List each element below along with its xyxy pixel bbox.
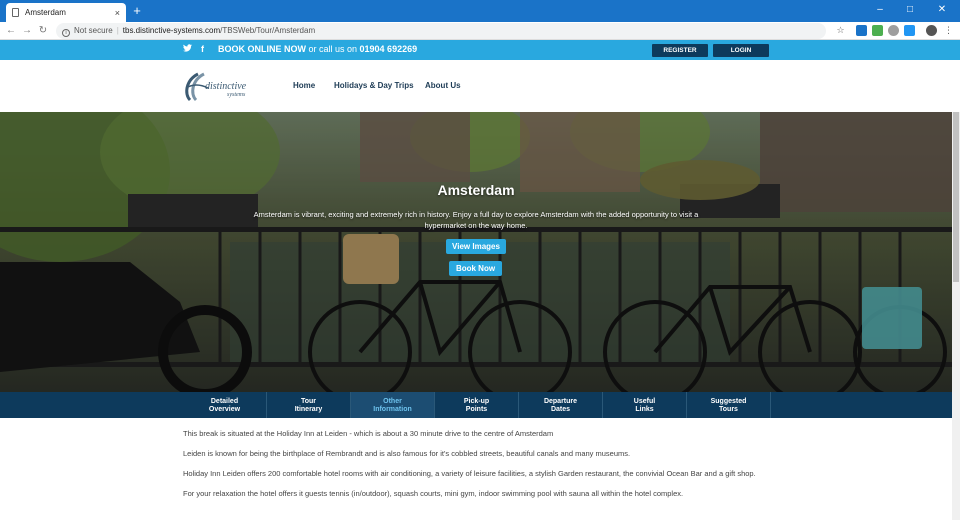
tab-useful-links[interactable]: Useful Links — [603, 392, 687, 418]
nav-about[interactable]: About Us — [425, 81, 461, 90]
new-tab-button[interactable]: + — [130, 4, 144, 18]
browser-titlebar: Amsterdam × + – □ ✕ — [0, 0, 960, 22]
tab-pickup-points[interactable]: Pick-up Points — [435, 392, 519, 418]
tab-other-information[interactable]: Other Information — [351, 392, 435, 418]
star-icon[interactable]: ☆ — [835, 25, 846, 36]
document-icon — [12, 8, 19, 17]
logo-subtext: systems — [227, 92, 246, 98]
extension-icon[interactable] — [904, 25, 915, 36]
avatar[interactable] — [926, 25, 937, 36]
logo-text: distinctive — [205, 81, 247, 92]
url-input[interactable]: i Not secure | tbs.distinctive-systems.com/… — [56, 23, 826, 39]
tab-title: Amsterdam — [25, 8, 66, 17]
content-paragraph: Leiden is known for being the birthplace… — [183, 449, 631, 458]
page-scrollbar[interactable] — [952, 112, 960, 520]
site-topbar: f BOOK ONLINE NOW or call us on 01904 69… — [0, 40, 960, 60]
extension-icon[interactable] — [888, 25, 899, 36]
phone-number[interactable]: 01904 692269 — [360, 44, 418, 54]
tab-close-icon[interactable]: × — [115, 8, 120, 18]
info-icon[interactable]: i — [62, 29, 70, 37]
address-toolbar: ← → ↻ i Not secure | tbs.distinctive-system… — [0, 22, 960, 40]
hero-banner: Amsterdam Amsterdam is vibrant, exciting… — [0, 112, 952, 392]
content-paragraph: This break is situated at the Holiday In… — [183, 429, 554, 438]
book-now-button[interactable]: Book Now — [449, 261, 502, 276]
forward-icon[interactable]: → — [20, 24, 34, 38]
tab-departure-dates[interactable]: Departure Dates — [519, 392, 603, 418]
reload-icon[interactable]: ↻ — [36, 24, 50, 38]
login-button[interactable]: LOGIN — [713, 44, 769, 57]
book-online-label: BOOK ONLINE NOW — [218, 44, 306, 54]
url-path: /TBSWeb/Tour/Amsterdam — [220, 26, 316, 35]
book-online-line: BOOK ONLINE NOW or call us on 01904 6922… — [218, 44, 417, 54]
tab-suggested-tours[interactable]: Suggested Tours — [687, 392, 771, 418]
hero-title: Amsterdam — [437, 182, 515, 198]
tab-tour-itinerary[interactable]: Tour Itinerary — [267, 392, 351, 418]
facebook-icon[interactable]: f — [201, 44, 204, 54]
tour-tabs: Detailed Overview Tour Itinerary Other Info… — [0, 392, 952, 418]
maximize-icon[interactable]: □ — [896, 2, 924, 18]
scrollbar-thumb[interactable] — [953, 112, 959, 282]
extension-icon[interactable] — [872, 25, 883, 36]
back-icon[interactable]: ← — [4, 24, 18, 38]
extension-icon[interactable] — [856, 25, 867, 36]
nav-holidays[interactable]: Holidays & Day Trips — [334, 81, 414, 90]
tab-detailed-overview[interactable]: Detailed Overview — [183, 392, 267, 418]
hero-description: Amsterdam is vibrant, exciting and extre… — [253, 210, 699, 230]
url-host: tbs.distinctive-systems.com — [122, 26, 221, 35]
security-label: Not secure — [74, 26, 113, 35]
close-window-icon[interactable]: ✕ — [928, 2, 956, 18]
content-paragraph: Holiday Inn Leiden offers 200 comfortabl… — [183, 469, 756, 478]
view-images-button[interactable]: View Images — [446, 239, 506, 254]
content-paragraph: For your relaxation the hotel offers it … — [183, 489, 684, 498]
minimize-icon[interactable]: – — [866, 2, 894, 18]
register-button[interactable]: REGISTER — [652, 44, 708, 57]
nav-home[interactable]: Home — [293, 81, 315, 90]
menu-icon[interactable]: ⋮ — [943, 25, 954, 36]
call-us-label: or call us on — [306, 44, 360, 54]
twitter-icon[interactable] — [183, 44, 192, 54]
site-header: distinctive systems Home Holidays & Day … — [0, 60, 960, 112]
browser-tab[interactable]: Amsterdam × — [6, 3, 126, 22]
